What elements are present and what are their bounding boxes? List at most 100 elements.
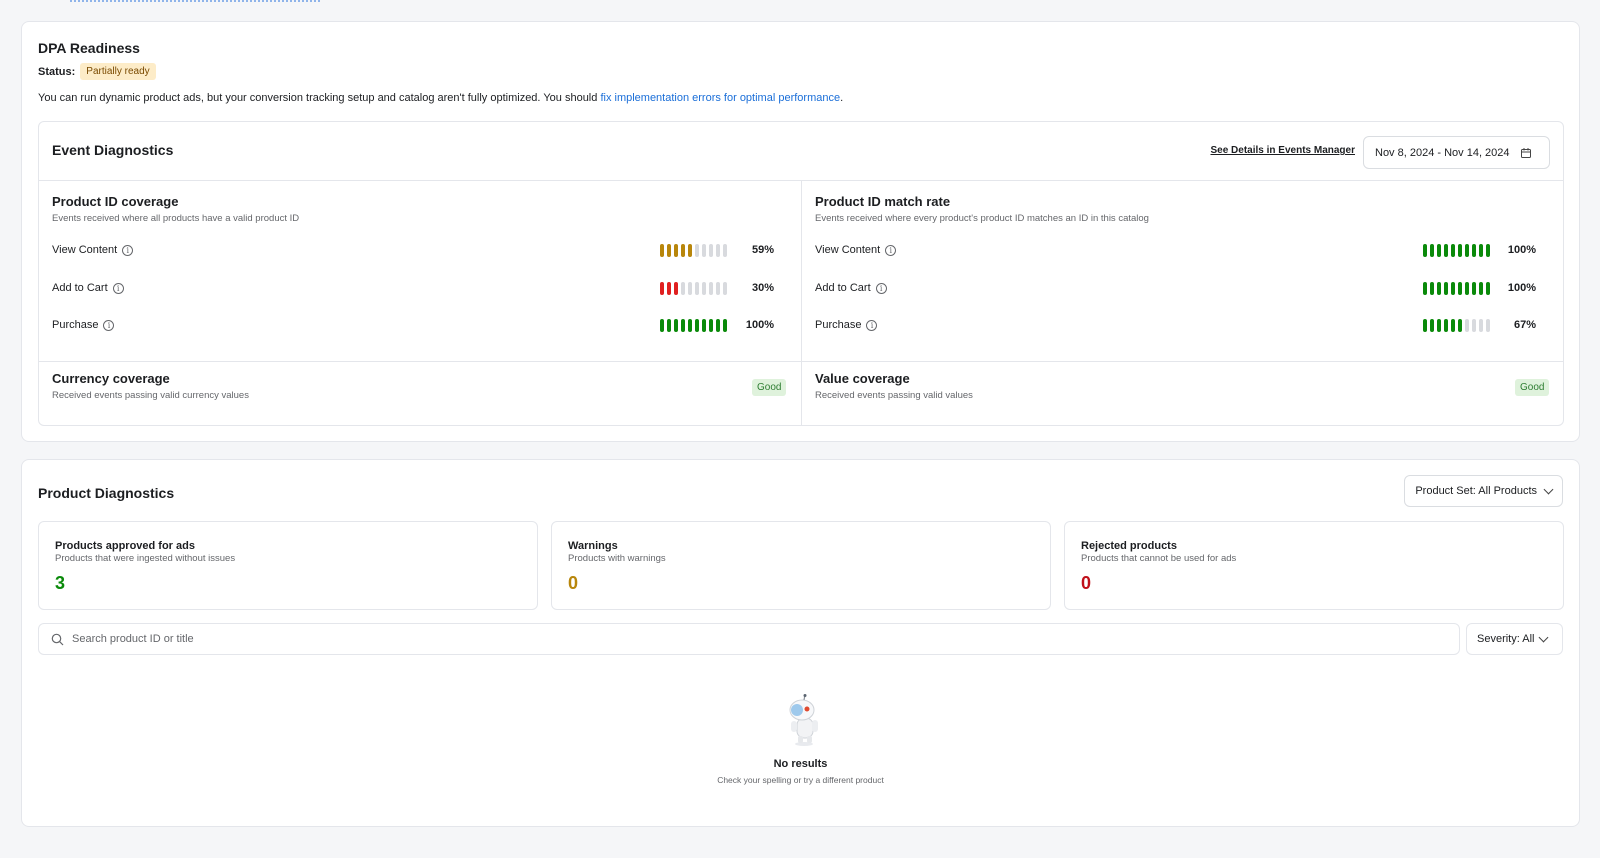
- date-range-picker[interactable]: Nov 8, 2024 - Nov 14, 2024: [1363, 136, 1550, 169]
- chevron-down-icon: [1543, 484, 1554, 494]
- coverage-row-purchase: Purchase i: [52, 316, 115, 334]
- progress-segment: [1430, 282, 1434, 295]
- progress-segment: [1479, 244, 1483, 257]
- status-row: Status: Partially ready: [38, 63, 156, 80]
- severity-dropdown[interactable]: Severity: All: [1466, 623, 1563, 655]
- progress-segment: [1465, 244, 1469, 257]
- product-set-dropdown[interactable]: Product Set: All Products: [1404, 475, 1563, 507]
- info-icon[interactable]: i: [103, 319, 115, 331]
- value-description: Received events passing valid values: [815, 390, 973, 401]
- event-diagnostics-title: Event Diagnostics: [52, 142, 174, 158]
- coverage-description: Events received where all products have …: [52, 213, 300, 224]
- progress-segment: [1437, 282, 1441, 295]
- event-diagnostics-panel: Event Diagnostics See Details in Events …: [38, 121, 1564, 426]
- progress-segment: [1423, 319, 1427, 332]
- value-good-badge: Good: [1515, 379, 1550, 396]
- progress-segment: [1465, 282, 1469, 295]
- info-icon[interactable]: i: [885, 244, 897, 256]
- match-row-purchase: Purchase i: [815, 316, 878, 334]
- progress-segment: [667, 282, 671, 295]
- match-bars-view-content: [1423, 244, 1490, 257]
- status-badge: Partially ready: [80, 63, 156, 80]
- fix-errors-link[interactable]: fix implementation errors for optimal pe…: [600, 92, 840, 104]
- stat-description: Products that were ingested without issu…: [55, 553, 236, 564]
- progress-segment: [1437, 244, 1441, 257]
- metric-label: Purchase: [52, 319, 99, 331]
- product-set-value: Product Set: All Products: [1415, 485, 1537, 497]
- metric-label: Purchase: [815, 319, 862, 331]
- metric-label: Add to Cart: [52, 282, 108, 294]
- stat-title: Rejected products: [1081, 540, 1177, 552]
- search-field[interactable]: Search product ID or title: [38, 623, 1460, 655]
- progress-segment: [695, 319, 699, 332]
- progress-segment: [1451, 282, 1455, 295]
- progress-segment: [695, 282, 699, 295]
- chevron-down-icon: [1539, 632, 1549, 642]
- match-pct-purchase: 67%: [1513, 319, 1536, 331]
- product-diagnostics-card: Product Diagnostics Product Set: All Pro…: [21, 459, 1580, 827]
- stat-description: Products that cannot be used for ads: [1081, 553, 1237, 564]
- stat-description: Products with warnings: [568, 553, 666, 564]
- product-diagnostics-title: Product Diagnostics: [38, 485, 175, 501]
- progress-segment: [716, 319, 720, 332]
- metric-label: View Content: [815, 244, 881, 256]
- coverage-bars-purchase: [660, 319, 727, 332]
- date-range-text: Nov 8, 2024 - Nov 14, 2024: [1375, 146, 1510, 159]
- info-icon[interactable]: i: [875, 282, 887, 294]
- severity-value: Severity: All: [1477, 633, 1535, 645]
- metric-label: View Content: [52, 244, 118, 256]
- stat-title: Warnings: [568, 540, 618, 552]
- progress-segment: [1486, 319, 1490, 332]
- approved-stat-card: Products approved for ads Products that …: [38, 521, 538, 610]
- calendar-icon: [1520, 147, 1531, 158]
- progress-segment: [660, 282, 664, 295]
- progress-segment: [1444, 244, 1448, 257]
- stat-title: Products approved for ads: [55, 540, 195, 552]
- progress-segment: [716, 282, 720, 295]
- progress-segment: [1430, 319, 1434, 332]
- progress-segment: [1472, 319, 1476, 332]
- coverage-row-view-content: View Content i: [52, 241, 134, 259]
- progress-segment: [1458, 319, 1462, 332]
- top-link-fragment: [70, 0, 320, 3]
- stat-value: 0: [568, 573, 579, 593]
- progress-segment: [1486, 244, 1490, 257]
- coverage-bars-view-content: [660, 244, 727, 257]
- progress-segment: [674, 282, 678, 295]
- dpa-readiness-card: DPA Readiness Status: Partially ready Yo…: [21, 21, 1580, 442]
- progress-segment: [681, 282, 685, 295]
- match-pct-view-content: 100%: [1507, 244, 1536, 256]
- divider: [801, 180, 802, 425]
- info-icon[interactable]: i: [122, 244, 134, 256]
- progress-segment: [709, 319, 713, 332]
- match-row-view-content: View Content i: [815, 241, 897, 259]
- progress-segment: [660, 319, 664, 332]
- progress-segment: [723, 244, 727, 257]
- info-icon[interactable]: i: [866, 319, 878, 331]
- progress-segment: [695, 244, 699, 257]
- description-suffix: .: [840, 92, 844, 104]
- progress-segment: [1423, 282, 1427, 295]
- match-bars-add-to-cart: [1423, 282, 1490, 295]
- progress-segment: [1430, 244, 1434, 257]
- coverage-pct-view-content: 59%: [751, 244, 774, 256]
- status-label: Status:: [38, 65, 76, 78]
- progress-segment: [1444, 319, 1448, 332]
- dpa-description: You can run dynamic product ads, but you…: [38, 92, 843, 104]
- currency-good-badge: Good: [752, 379, 787, 396]
- progress-segment: [1472, 282, 1476, 295]
- progress-segment: [1458, 244, 1462, 257]
- progress-segment: [1479, 319, 1483, 332]
- empty-state-description: Check your spelling or try a different p…: [717, 775, 884, 785]
- progress-segment: [667, 244, 671, 257]
- coverage-bars-add-to-cart: [660, 282, 727, 295]
- info-icon[interactable]: i: [112, 282, 124, 294]
- progress-segment: [1479, 282, 1483, 295]
- progress-segment: [702, 244, 706, 257]
- progress-segment: [702, 282, 706, 295]
- coverage-row-add-to-cart: Add to Cart i: [52, 279, 124, 297]
- value-title: Value coverage: [815, 371, 910, 386]
- see-details-link[interactable]: See Details in Events Manager: [1210, 145, 1355, 156]
- progress-segment: [674, 319, 678, 332]
- match-row-add-to-cart: Add to Cart i: [815, 279, 887, 297]
